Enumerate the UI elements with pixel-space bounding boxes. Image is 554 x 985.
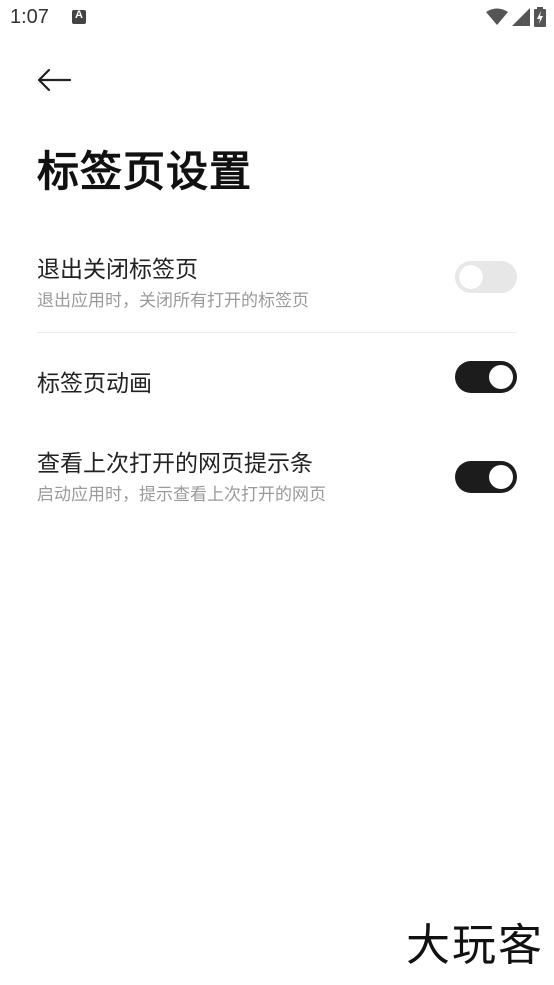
status-bar: 1:07 bbox=[0, 0, 554, 38]
toggle-knob bbox=[489, 365, 513, 389]
wifi-icon bbox=[486, 8, 508, 25]
divider bbox=[37, 332, 517, 333]
app-notification-icon bbox=[72, 9, 86, 24]
setting-description: 退出应用时，关闭所有打开的标签页 bbox=[37, 291, 309, 311]
setting-close-tabs-on-exit[interactable]: 退出关闭标签页 退出应用时，关闭所有打开的标签页 bbox=[37, 246, 517, 332]
status-time: 1:07 bbox=[10, 6, 49, 28]
status-icons bbox=[486, 7, 546, 27]
page-title: 标签页设置 bbox=[37, 147, 253, 196]
settings-screen: 1:07 标签页设置 退出关闭标签页 退出应用时，关闭所有打开的标签页 bbox=[0, 0, 554, 985]
back-button[interactable] bbox=[30, 60, 78, 100]
setting-last-page-prompt[interactable]: 查看上次打开的网页提示条 启动应用时，提示查看上次打开的网页 bbox=[37, 440, 517, 516]
watermark-logo: 大玩客 bbox=[406, 920, 544, 971]
tab-animation-toggle[interactable] bbox=[455, 361, 517, 393]
setting-tab-animation[interactable]: 标签页动画 bbox=[37, 346, 517, 410]
last-page-prompt-toggle[interactable] bbox=[455, 461, 517, 493]
signal-icon bbox=[512, 8, 530, 26]
back-arrow-icon bbox=[37, 68, 72, 92]
toggle-knob bbox=[489, 465, 513, 489]
toggle-knob bbox=[459, 265, 483, 289]
setting-title: 查看上次打开的网页提示条 bbox=[37, 451, 313, 477]
battery-charging-icon bbox=[534, 7, 546, 27]
setting-title: 标签页动画 bbox=[37, 371, 152, 397]
setting-description: 启动应用时，提示查看上次打开的网页 bbox=[37, 485, 326, 505]
close-tabs-on-exit-toggle[interactable] bbox=[455, 261, 517, 293]
setting-title: 退出关闭标签页 bbox=[37, 257, 198, 283]
